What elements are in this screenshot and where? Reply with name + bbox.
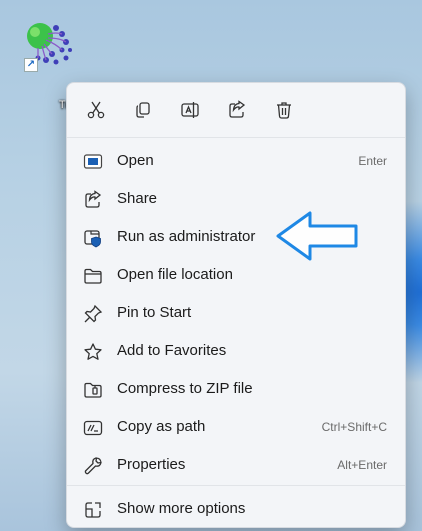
menu-item-shortcut: Ctrl+Shift+C [321,420,387,434]
menu-item-label: Open file location [117,266,233,283]
path-icon [83,418,103,438]
menu-item-label: Run as administrator [117,228,256,245]
shield-icon [83,228,103,248]
copy-icon [136,102,150,118]
menu-item-add-to-favorites[interactable]: Add to Favorites [71,333,401,369]
context-menu: Open Enter Share Run as administrator Op… [66,82,406,528]
menu-item-label: Compress to ZIP file [117,380,253,397]
cut-button[interactable] [84,98,108,122]
zip-icon [83,380,103,400]
menu-item-label: Pin to Start [117,304,192,321]
share-button[interactable] [225,98,249,122]
menu-item-label: Copy as path [117,418,206,435]
copy-button[interactable] [131,98,155,122]
share-icon [229,100,246,118]
menu-item-show-more-options[interactable]: Show more options [71,491,401,527]
shortcut-arrow-icon: ↗ [24,58,38,72]
rename-button[interactable] [178,98,202,122]
callout-arrow-icon [276,211,358,261]
menu-separator [67,485,405,486]
expand-icon [83,500,103,520]
menu-item-label: Share [117,190,158,207]
scissors-icon [87,101,105,119]
menu-item-properties[interactable]: Properties Alt+Enter [71,447,401,483]
menu-item-label: Properties [117,456,186,473]
trash-icon [277,102,291,119]
folder-icon [83,266,103,286]
context-menu-toolbar [67,83,405,138]
menu-item-copy-as-path[interactable]: Copy as path Ctrl+Shift+C [71,409,401,445]
menu-item-open[interactable]: Open Enter [71,143,401,179]
wrench-icon [83,456,103,476]
menu-item-label: Show more options [117,500,246,517]
menu-item-label: Add to Favorites [117,342,227,359]
open-window-icon [83,152,103,172]
menu-item-shortcut: Alt+Enter [337,458,387,472]
menu-item-label: Open [117,152,154,169]
menu-item-pin-to-start[interactable]: Pin to Start [71,295,401,331]
delete-button[interactable] [272,98,296,122]
pin-icon [83,304,103,324]
rename-icon [181,102,199,118]
menu-item-compress-to-zip[interactable]: Compress to ZIP file [71,371,401,407]
star-icon [83,342,103,362]
menu-item-shortcut: Enter [358,154,387,168]
share-icon [83,190,103,210]
